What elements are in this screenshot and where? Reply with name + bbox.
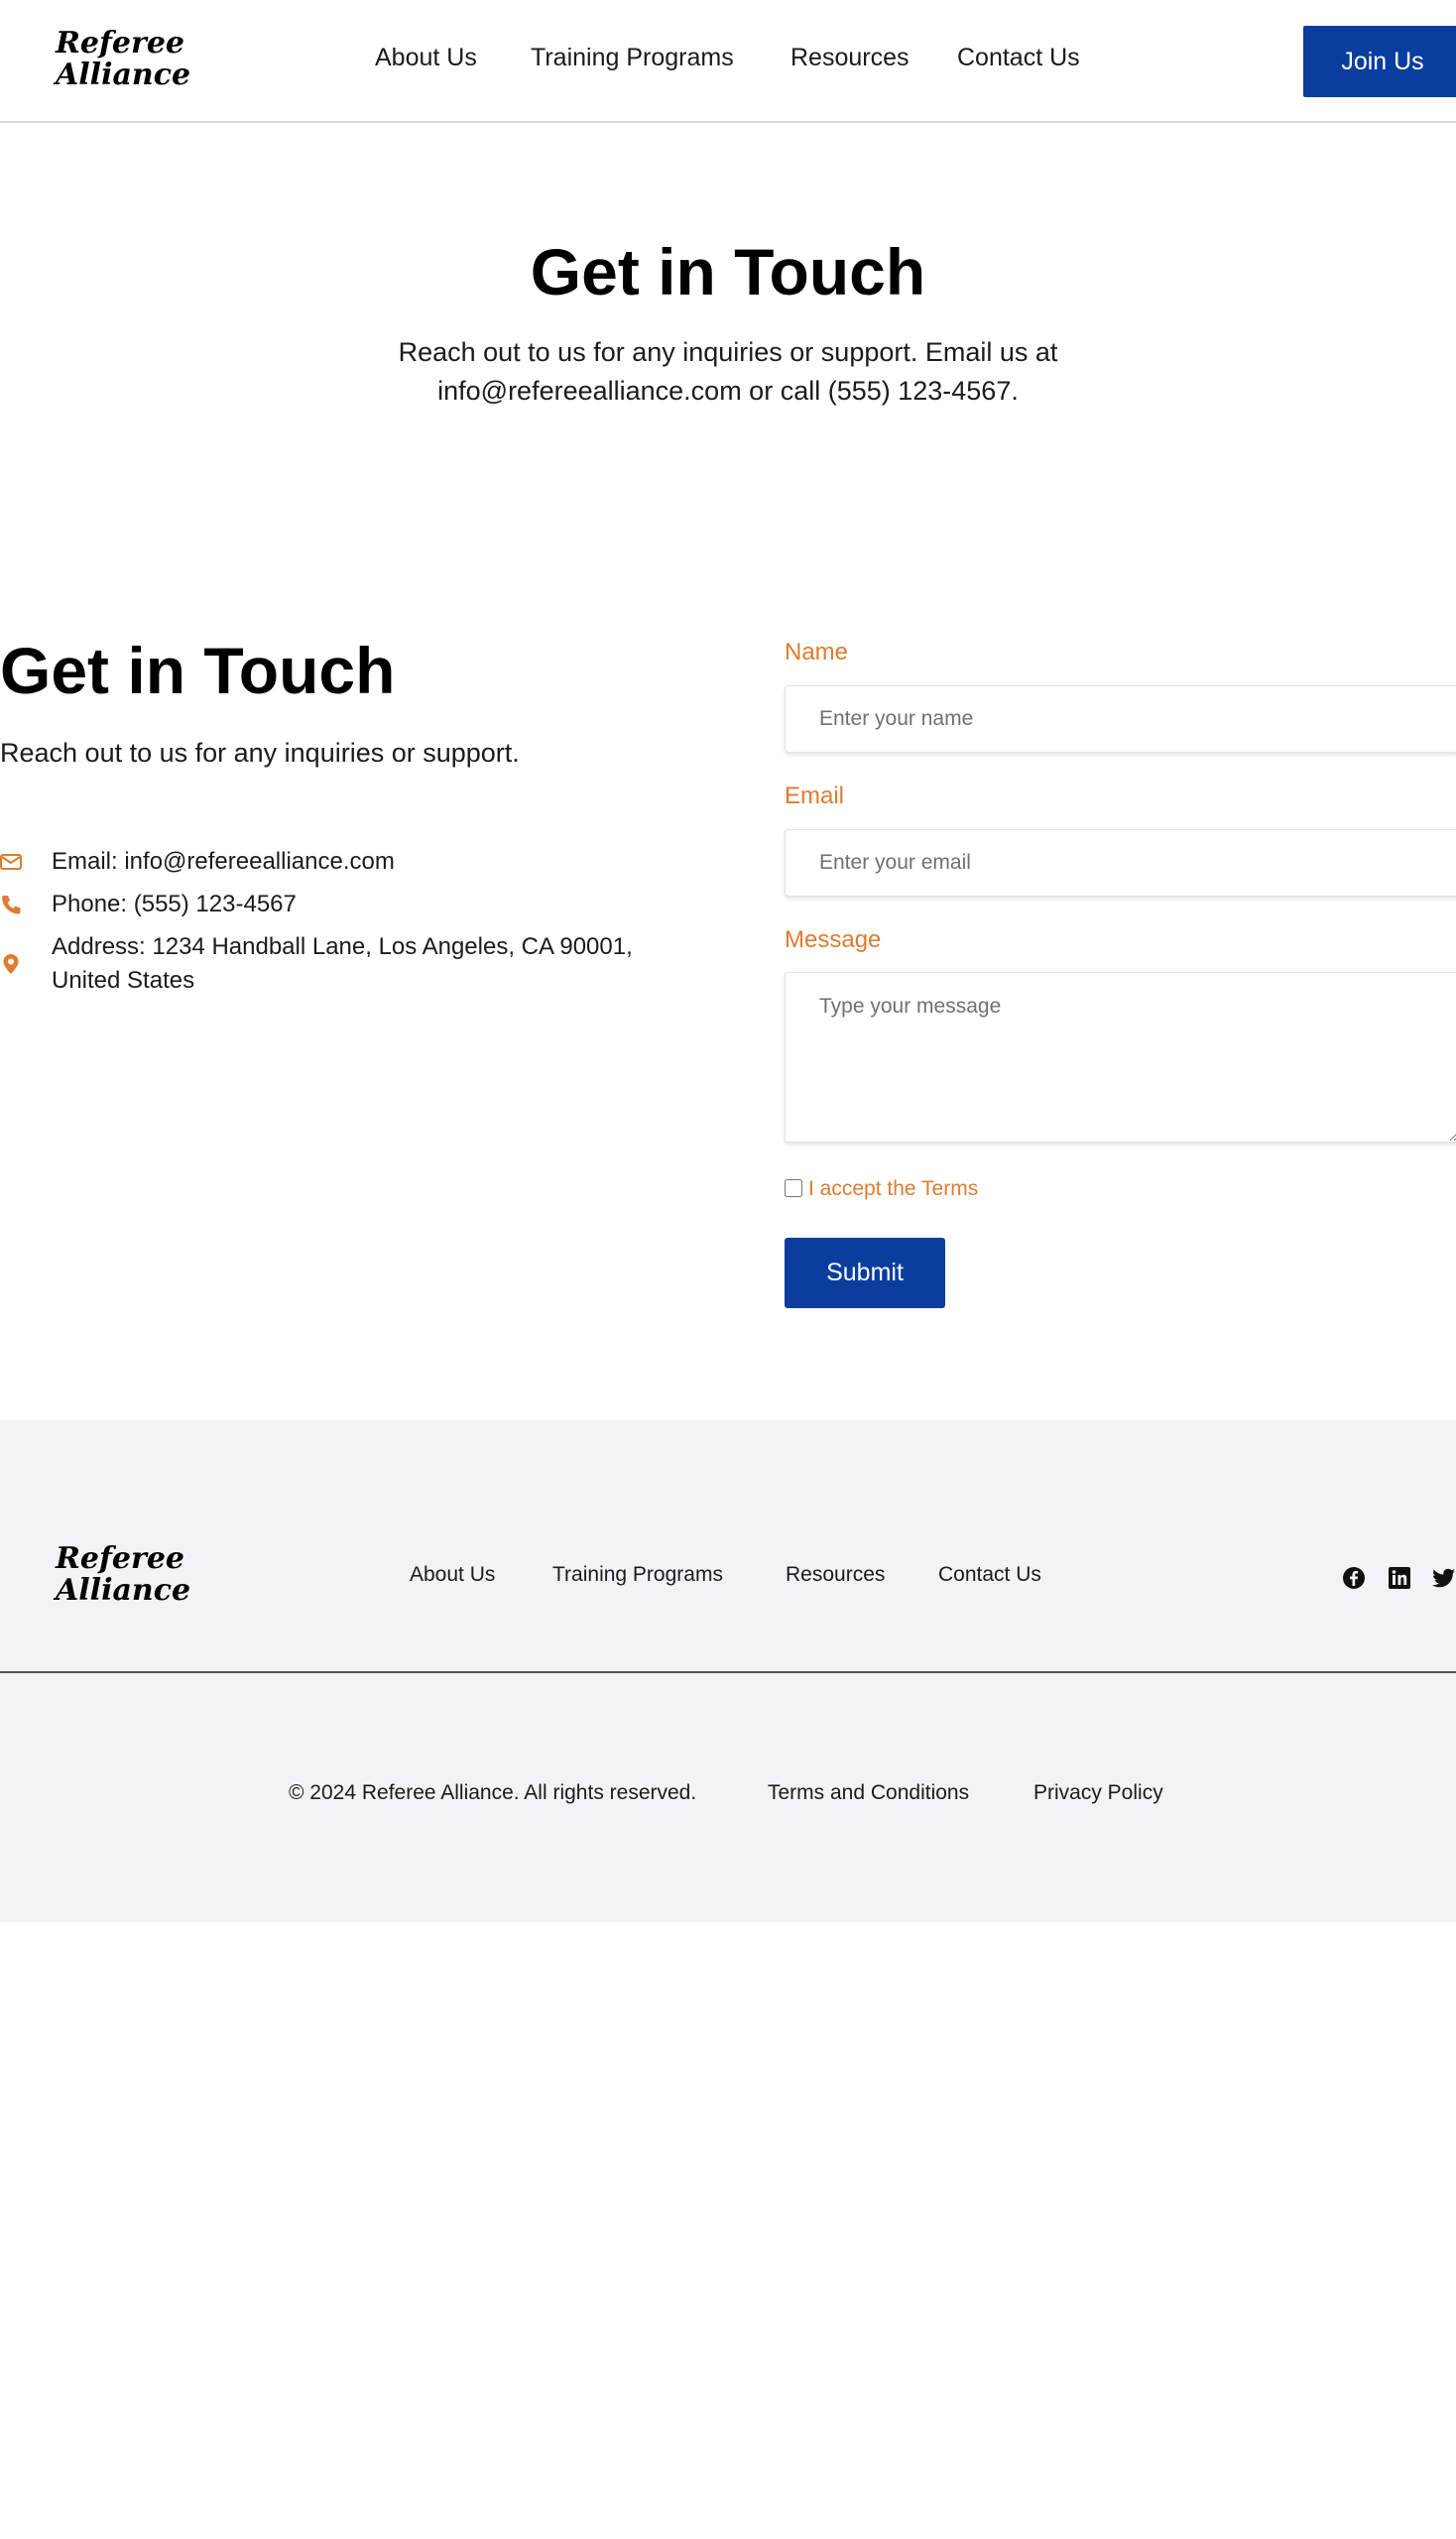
join-us-button[interactable]: Join Us <box>1303 26 1456 97</box>
terms-label: I accept the Terms <box>808 1177 979 1200</box>
footer-nav-about-us[interactable]: About Us <box>410 1563 495 1587</box>
privacy-policy-link[interactable]: Privacy Policy <box>1033 1781 1163 1805</box>
contact-title: Get in Touch <box>0 634 396 707</box>
contact-subtitle: Reach out to us for any inquiries or sup… <box>0 738 520 768</box>
contact-email-text: Email: info@refereealliance.com <box>52 848 395 875</box>
main-nav: About Us Training Programs Resources Con… <box>0 44 1456 79</box>
nav-about-us[interactable]: About Us <box>375 44 477 72</box>
footer-brand-logo[interactable]: Referee Alliance <box>56 1541 191 1608</box>
nav-contact-us[interactable]: Contact Us <box>957 44 1080 72</box>
contact-address-text: Address: 1234 Handball Lane, Los Angeles… <box>52 933 633 994</box>
footer-nav-resources[interactable]: Resources <box>786 1563 885 1587</box>
terms-checkbox[interactable] <box>785 1179 802 1197</box>
footer-nav-training-programs[interactable]: Training Programs <box>552 1563 723 1587</box>
email-label: Email <box>785 783 845 809</box>
hero-title: Get in Touch <box>530 235 926 308</box>
twitter-icon[interactable] <box>1432 1566 1456 1590</box>
nav-training-programs[interactable]: Training Programs <box>531 44 734 72</box>
site-header: Referee Alliance About Us Training Progr… <box>0 0 1456 123</box>
footer-logo-line1: Referee <box>56 1541 184 1576</box>
site-footer: Referee Alliance About Us Training Progr… <box>0 1420 1456 1922</box>
footer-logo-line2: Alliance <box>56 1572 191 1608</box>
terms-and-conditions-link[interactable]: Terms and Conditions <box>768 1781 969 1805</box>
copyright-text: © 2024 Referee Alliance. All rights rese… <box>289 1781 697 1804</box>
nav-resources[interactable]: Resources <box>790 44 910 72</box>
location-pin-icon <box>3 954 19 974</box>
mail-icon <box>0 854 22 870</box>
hero-text: Reach out to us for any inquiries or sup… <box>398 337 1058 406</box>
contact-phone-text: Phone: (555) 123-4567 <box>52 891 297 917</box>
message-textarea[interactable] <box>785 972 1456 1143</box>
email-input[interactable] <box>785 829 1456 897</box>
submit-button[interactable]: Submit <box>785 1238 945 1308</box>
linkedin-icon[interactable] <box>1388 1566 1411 1590</box>
footer-nav-contact-us[interactable]: Contact Us <box>938 1563 1041 1587</box>
message-label: Message <box>785 926 882 953</box>
footer-divider <box>0 1671 1456 1673</box>
phone-icon <box>2 896 21 914</box>
name-input[interactable] <box>785 685 1456 753</box>
facebook-icon[interactable] <box>1342 1566 1366 1590</box>
name-label: Name <box>785 639 849 665</box>
terms-checkbox-row[interactable]: I accept the Terms <box>785 1177 978 1201</box>
